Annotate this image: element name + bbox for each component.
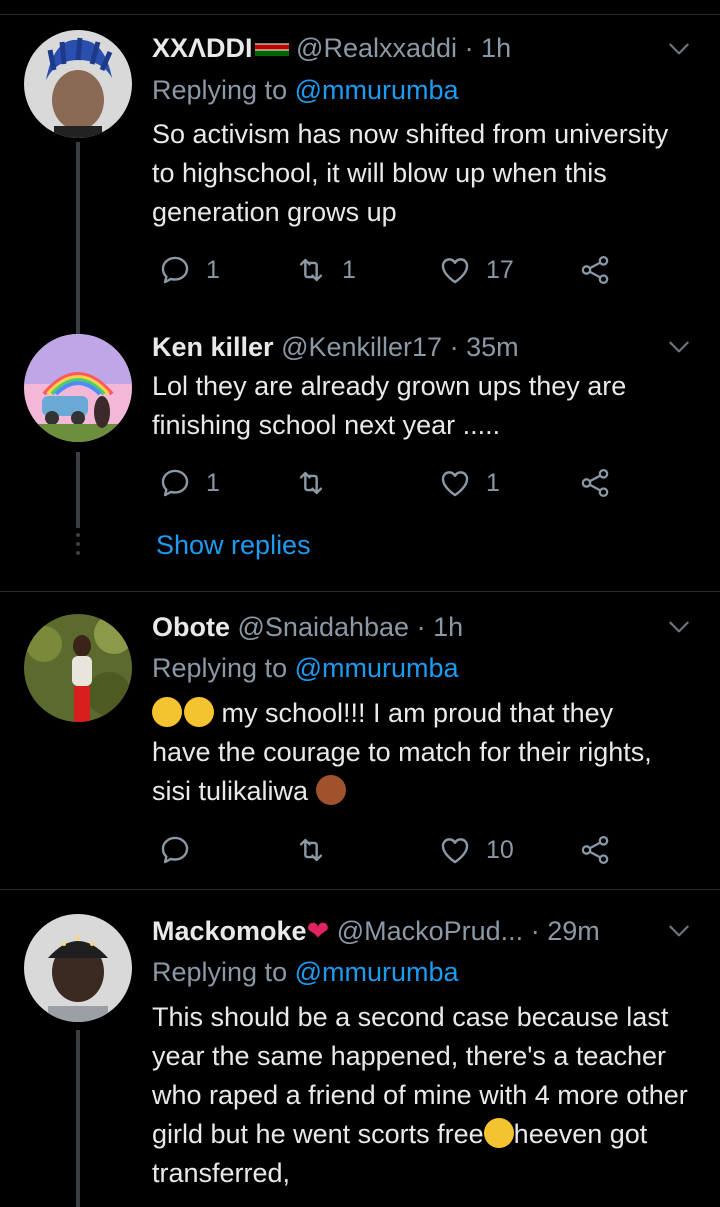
retweet-button[interactable] — [294, 463, 342, 503]
retweet-button[interactable] — [294, 830, 342, 870]
chevron-down-icon[interactable] — [666, 36, 692, 62]
mention-link[interactable]: @mmurumba — [295, 957, 459, 987]
tweet-actions: 10 — [152, 830, 652, 870]
like-button[interactable]: 17 — [438, 250, 514, 290]
replying-to: Replying to @mmurumba — [152, 651, 459, 685]
tweet-text: my school!!! I am proud that they have t… — [152, 694, 692, 811]
replying-to: Replying to @mmurumba — [152, 955, 459, 989]
tweet-header: Mackomoke❤ @MackoPrud... · 29m — [152, 914, 600, 948]
retweet-icon — [294, 833, 328, 867]
reply-icon — [158, 833, 192, 867]
handle[interactable]: @MackoPrud... — [337, 916, 523, 946]
tweet-text-rest: have the courage to match for their righ… — [152, 737, 652, 806]
display-name[interactable]: Obote — [152, 612, 230, 642]
share-icon — [578, 833, 612, 867]
heart-icon — [438, 253, 472, 287]
display-name[interactable]: Mackomoke — [152, 916, 307, 946]
avatar[interactable] — [24, 914, 132, 1022]
mention-link[interactable]: @mmurumba — [295, 75, 459, 105]
crying-face-emoji-icon — [184, 697, 214, 727]
share-icon — [578, 253, 612, 287]
tweet-text: This should be a second case because las… — [152, 998, 692, 1193]
reply-button[interactable] — [158, 830, 206, 870]
replying-to: Replying to @mmurumba — [152, 73, 459, 107]
display-name[interactable]: XXΛDDI — [152, 33, 253, 63]
timestamp[interactable]: · 1h — [417, 612, 464, 642]
tweet-text-line1: my school!!! I am proud that they — [214, 698, 614, 728]
tweet-actions: 1 1 17 — [152, 250, 652, 290]
reply-button[interactable]: 1 — [158, 463, 220, 503]
retweet-icon — [294, 466, 328, 500]
handle[interactable]: @Realxxaddi — [296, 33, 457, 63]
avatar[interactable] — [24, 334, 132, 442]
kenya-flag-icon — [254, 38, 289, 56]
replying-prefix: Replying to — [152, 957, 295, 987]
handle[interactable]: @Snaidahbae — [238, 612, 410, 642]
chevron-down-icon[interactable] — [666, 918, 692, 944]
thread-line — [76, 452, 80, 528]
like-count: 17 — [486, 255, 514, 284]
mention-link[interactable]: @mmurumba — [295, 653, 459, 683]
reply-icon — [158, 253, 192, 287]
share-button[interactable] — [578, 250, 612, 290]
retweet-icon — [294, 253, 328, 287]
tweet-actions: 1 1 — [152, 463, 652, 503]
retweet-button[interactable]: 1 — [294, 250, 356, 290]
avatar[interactable] — [24, 30, 132, 138]
thread-dots — [76, 533, 80, 560]
timestamp[interactable]: · 35m — [450, 332, 519, 362]
show-replies-link[interactable]: Show replies — [156, 528, 311, 562]
reply-count: 1 — [206, 255, 220, 284]
red-heart-emoji-icon: ❤ — [306, 916, 330, 946]
thread-line — [76, 142, 80, 336]
tweet-header: Ken killer @Kenkiller17 · 35m — [152, 330, 519, 364]
display-name[interactable]: Ken killer — [152, 332, 274, 362]
like-count: 10 — [486, 835, 514, 864]
heart-icon — [438, 466, 472, 500]
replying-prefix: Replying to — [152, 75, 295, 105]
crying-face-emoji-icon — [483, 1118, 514, 1148]
handle[interactable]: @Kenkiller17 — [281, 332, 442, 362]
timestamp[interactable]: · 1h — [465, 33, 512, 63]
thread-line — [76, 1030, 80, 1207]
chevron-down-icon[interactable] — [666, 614, 692, 640]
like-count: 1 — [486, 468, 500, 497]
tweet-text: So activism has now shifted from univers… — [152, 119, 669, 227]
timestamp[interactable]: · 29m — [531, 916, 600, 946]
reply-button[interactable]: 1 — [158, 250, 220, 290]
crying-face-emoji-icon — [152, 697, 182, 727]
reply-count: 1 — [206, 468, 220, 497]
tweet-header: XXΛDDI @Realxxaddi · 1h — [152, 31, 511, 65]
reply-icon — [158, 466, 192, 500]
retweet-count: 1 — [342, 255, 356, 284]
share-button[interactable] — [578, 463, 612, 503]
divider — [0, 889, 720, 890]
top-divider — [0, 0, 720, 15]
tweet-text: Lol they are already grown ups they are … — [152, 371, 627, 440]
share-icon — [578, 466, 612, 500]
heart-icon — [438, 833, 472, 867]
divider — [0, 591, 720, 592]
tweet-header: Obote @Snaidahbae · 1h — [152, 610, 463, 644]
chevron-down-icon[interactable] — [666, 334, 692, 360]
avatar[interactable] — [24, 614, 132, 722]
person-gesturing-no-emoji-icon — [315, 775, 346, 805]
like-button[interactable]: 1 — [438, 463, 500, 503]
replying-prefix: Replying to — [152, 653, 295, 683]
like-button[interactable]: 10 — [438, 830, 514, 870]
share-button[interactable] — [578, 830, 612, 870]
